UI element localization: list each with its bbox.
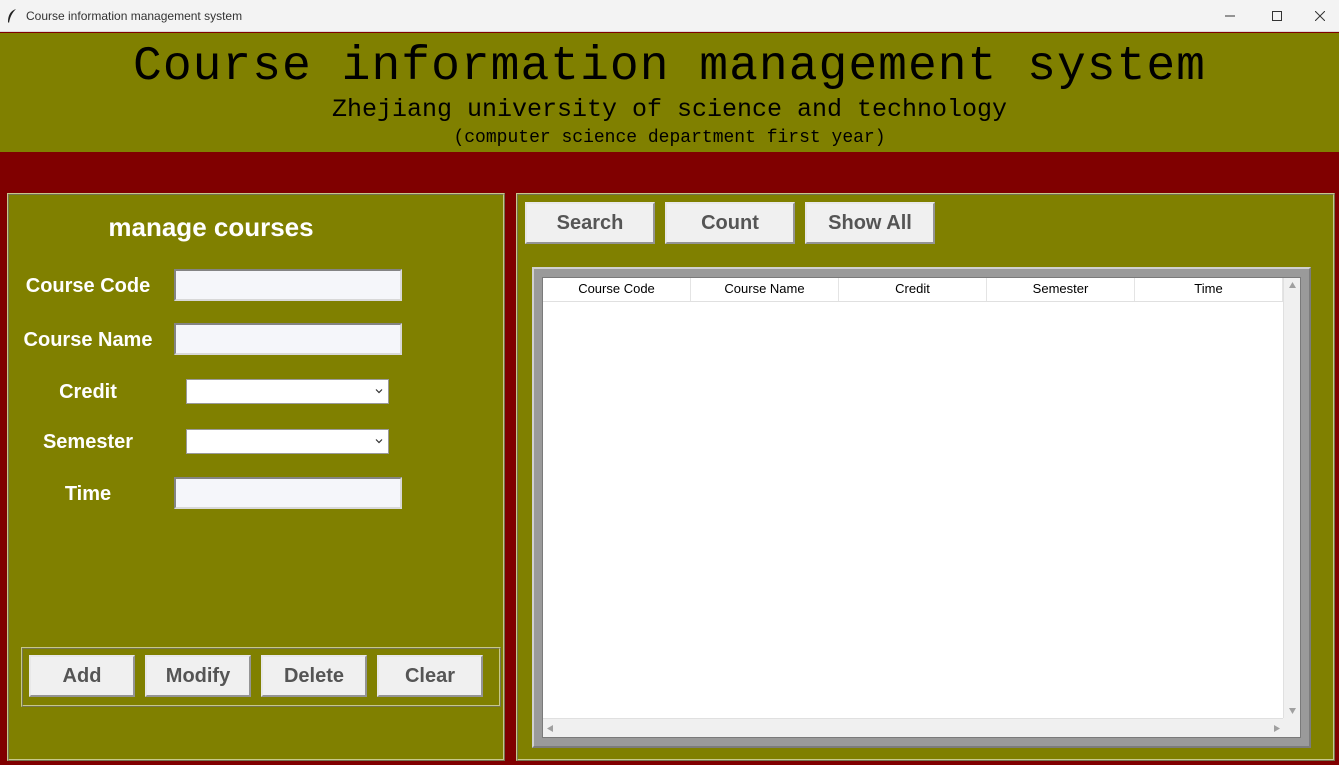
scroll-up-icon[interactable] <box>1288 281 1297 289</box>
chevron-down-icon <box>375 439 383 444</box>
course-table[interactable]: Course Code Course Name Credit Semester … <box>542 277 1301 738</box>
table-frame: Course Code Course Name Credit Semester … <box>532 267 1311 748</box>
page-title: Course information management system <box>133 40 1206 94</box>
modify-button[interactable]: Modify <box>145 655 251 697</box>
add-button[interactable]: Add <box>29 655 135 697</box>
delete-button[interactable]: Delete <box>261 655 367 697</box>
close-button[interactable] <box>1297 0 1339 32</box>
credit-select[interactable] <box>186 379 389 404</box>
course-name-input[interactable] <box>174 323 402 355</box>
page-note: (computer science department first year) <box>453 128 886 148</box>
credit-label: Credit <box>59 381 117 403</box>
chevron-down-icon <box>375 389 383 394</box>
scroll-down-icon[interactable] <box>1288 707 1297 715</box>
time-label: Time <box>64 483 112 505</box>
maximize-icon <box>1272 11 1282 21</box>
page-subtitle: Zhejiang university of science and techn… <box>331 95 1008 124</box>
search-button[interactable]: Search <box>525 202 655 244</box>
results-panel: Search Count Show All Course Code Course… <box>516 193 1335 761</box>
course-name-label: Course Name <box>23 329 153 351</box>
column-header-credit[interactable]: Credit <box>839 278 987 301</box>
semester-label: Semester <box>42 431 134 453</box>
window-title: Course information management system <box>26 9 243 23</box>
show-all-button[interactable]: Show All <box>805 202 935 244</box>
window-title-bar: Course information management system <box>0 0 1339 32</box>
minimize-button[interactable] <box>1207 0 1253 32</box>
scrollbar-corner <box>1283 718 1300 737</box>
maximize-button[interactable] <box>1254 0 1300 32</box>
course-code-input[interactable] <box>174 269 402 301</box>
count-button[interactable]: Count <box>665 202 795 244</box>
manage-courses-title: manage courses <box>108 212 314 242</box>
column-header-course-code[interactable]: Course Code <box>543 278 691 301</box>
action-button-bar: Add Modify Delete Clear <box>21 647 501 707</box>
course-code-label: Course Code <box>25 275 151 297</box>
clear-button[interactable]: Clear <box>377 655 483 697</box>
minimize-icon <box>1225 15 1235 17</box>
vertical-scrollbar[interactable] <box>1283 278 1300 718</box>
manage-courses-panel: manage courses Course Code Course Name C… <box>7 193 505 761</box>
close-icon <box>1315 11 1325 21</box>
scroll-right-icon[interactable] <box>1273 724 1281 733</box>
column-header-course-name[interactable]: Course Name <box>691 278 839 301</box>
scroll-left-icon[interactable] <box>546 724 554 733</box>
time-input[interactable] <box>174 477 402 509</box>
table-header: Course Code Course Name Credit Semester … <box>543 278 1284 302</box>
semester-select[interactable] <box>186 429 389 454</box>
horizontal-scrollbar[interactable] <box>543 718 1284 737</box>
column-header-semester[interactable]: Semester <box>987 278 1135 301</box>
header-banner: Course information management system Zhe… <box>0 33 1339 152</box>
column-header-time[interactable]: Time <box>1135 278 1283 301</box>
feather-icon <box>8 9 16 23</box>
